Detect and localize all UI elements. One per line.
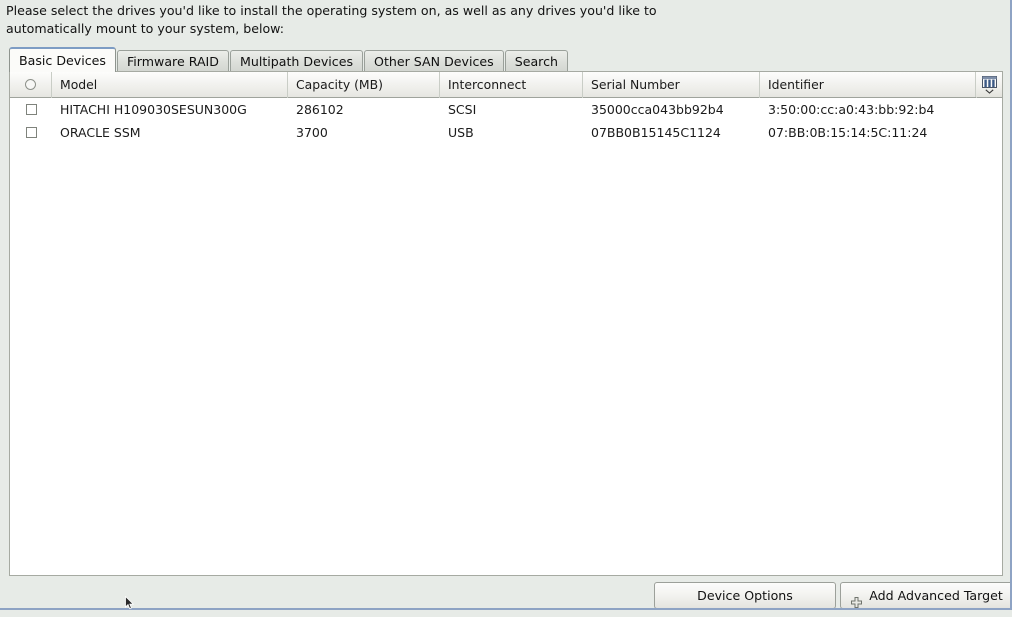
table-row[interactable]: ORACLE SSM 3700 USB 07BB0B15145C1124 07:BB:0… (10, 121, 1002, 144)
plus-icon (851, 591, 862, 608)
cell-identifier: 3:50:00:cc:a0:43:bb:92:b4 (768, 102, 935, 117)
cell-interconnect: SCSI (448, 102, 477, 117)
cell-select[interactable] (10, 121, 52, 144)
page-instructions: Please select the drives you'd like to i… (6, 3, 657, 36)
cell-serial: 07BB0B15145C1124 (591, 125, 721, 140)
chevron-down-icon (984, 88, 994, 94)
column-header-model[interactable]: Model (52, 71, 288, 98)
cell-identifier: 07:BB:0B:15:14:5C:11:24 (768, 125, 928, 140)
add-advanced-target-button[interactable]: Add Advanced Target (840, 582, 1012, 609)
column-header-capacity[interactable]: Capacity (MB) (288, 71, 440, 98)
cell-select[interactable] (10, 98, 52, 121)
column-header-interconnect[interactable]: Interconnect (440, 71, 583, 98)
device-type-tabs: Basic Devices Firmware RAID Multipath Devi… (9, 46, 569, 72)
row-checkbox[interactable] (25, 104, 37, 115)
column-header-serial[interactable]: Serial Number (583, 71, 760, 98)
cell-model: ORACLE SSM (60, 125, 141, 140)
device-table-body: HITACHI H109030SESUN300G 286102 SCSI 35000c… (10, 98, 1002, 144)
footer-button-bar: Device Options Add Advanced Target (0, 582, 1012, 610)
tab-search[interactable]: Search (504, 50, 568, 72)
add-advanced-target-label: Add Advanced Target (869, 588, 1003, 603)
table-header-row: Model Capacity (MB) Interconnect Serial Num… (10, 71, 1002, 98)
row-checkbox[interactable] (25, 127, 37, 138)
mouse-cursor (125, 595, 135, 610)
column-header-select[interactable] (10, 71, 52, 98)
cell-capacity: 3700 (296, 125, 328, 140)
tab-multipath-devices[interactable]: Multipath Devices (229, 50, 364, 72)
cell-capacity: 286102 (296, 102, 344, 117)
select-all-radio[interactable] (25, 79, 36, 90)
cell-model: HITACHI H109030SESUN300G (60, 102, 247, 117)
cell-serial: 35000cca043bb92b4 (591, 102, 724, 117)
tab-other-san-devices[interactable]: Other SAN Devices (364, 50, 504, 72)
cell-interconnect: USB (448, 125, 474, 140)
tab-firmware-raid[interactable]: Firmware RAID (116, 50, 229, 72)
tab-basic-devices[interactable]: Basic Devices (9, 47, 116, 72)
column-header-identifier[interactable]: Identifier (760, 71, 977, 98)
columns-glyph (981, 75, 997, 88)
device-options-button[interactable]: Device Options (654, 582, 836, 609)
device-table-panel: Model Capacity (MB) Interconnect Serial Num… (9, 71, 1003, 576)
columns-icon[interactable] (975, 72, 1002, 97)
table-row[interactable]: HITACHI H109030SESUN300G 286102 SCSI 35000c… (10, 98, 1002, 121)
